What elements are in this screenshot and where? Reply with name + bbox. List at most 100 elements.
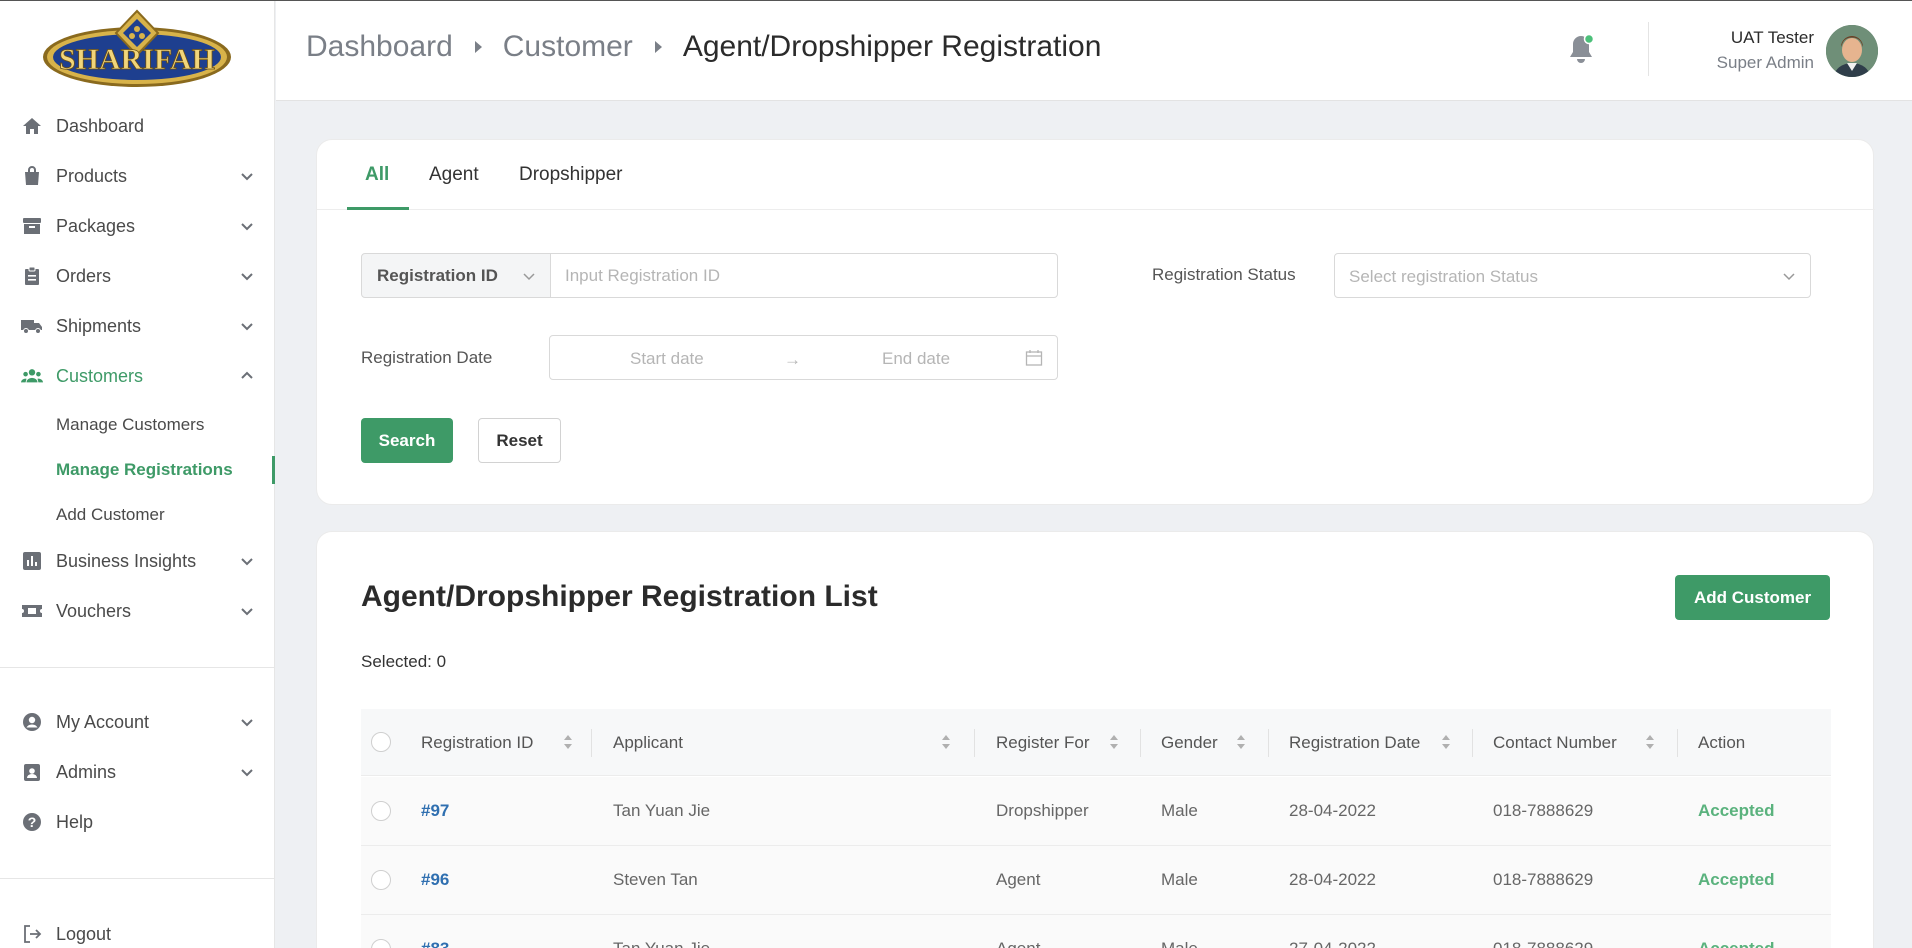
active-tab-indicator — [347, 207, 409, 210]
chevron-down-icon — [523, 273, 535, 281]
end-date-input[interactable]: End date — [882, 349, 950, 369]
sharifah-logo[interactable]: SHARIFAH — [40, 9, 234, 93]
sidebar-subitem-add-customer[interactable]: Add Customer — [0, 495, 275, 535]
start-date-input[interactable]: Start date — [630, 349, 704, 369]
table-header: Registration ID Applicant Register For G… — [361, 709, 1831, 776]
sidebar-item-customers[interactable]: Customers — [0, 354, 275, 398]
registration-date-label: Registration Date — [361, 348, 493, 367]
sidebar-subitem-manage-registrations[interactable]: Manage Registrations — [0, 450, 275, 490]
chevron-down-icon — [241, 223, 253, 231]
truck-icon — [21, 315, 43, 337]
sidebar-item-packages[interactable]: Packages — [0, 204, 275, 248]
sidebar-divider — [0, 667, 275, 668]
breadcrumb-customer[interactable]: Customer — [503, 30, 633, 64]
registration-status-select[interactable]: Select registration Status — [1334, 253, 1811, 298]
sidebar-item-shipments[interactable]: Shipments — [0, 304, 275, 348]
table-row: #97 Tan Yuan Jie Dropshipper Male 28-04-… — [361, 777, 1831, 846]
sort-icon[interactable] — [1441, 732, 1451, 752]
tab-dropshipper[interactable]: Dropshipper — [519, 164, 623, 186]
sort-icon[interactable] — [941, 732, 951, 752]
registration-type-tabs: All Agent Dropshipper — [317, 140, 1875, 210]
filter-card: All Agent Dropshipper Registration ID Re… — [316, 139, 1875, 505]
applicant-cell: Tan Yuan Jie — [613, 801, 711, 820]
register-for-cell: Dropshipper — [996, 801, 1089, 820]
calendar-icon — [1025, 350, 1043, 366]
chevron-down-icon — [241, 719, 253, 727]
chevron-down-icon — [1783, 273, 1795, 281]
row-checkbox[interactable] — [371, 801, 391, 821]
sort-icon[interactable] — [1236, 732, 1246, 752]
user-name: UAT Tester — [1730, 28, 1814, 47]
chevron-down-icon — [241, 273, 253, 281]
registration-date-cell: 28-04-2022 — [1289, 870, 1376, 889]
applicant-cell: Tan Yuan Jie — [613, 939, 710, 948]
status-badge: Accepted — [1698, 939, 1775, 948]
select-all-checkbox[interactable] — [371, 732, 391, 752]
add-customer-button[interactable]: Add Customer — [1675, 575, 1830, 620]
row-checkbox[interactable] — [371, 939, 391, 948]
sort-icon[interactable] — [1645, 732, 1655, 752]
register-for-cell: Agent — [996, 870, 1041, 889]
search-field-select[interactable]: Registration ID — [361, 253, 551, 298]
chevron-down-icon — [241, 608, 253, 616]
svg-text:?: ? — [28, 814, 37, 830]
row-checkbox[interactable] — [371, 870, 391, 890]
register-for-cell: Agent — [996, 939, 1040, 948]
sidebar-subitem-manage-customers[interactable]: Manage Customers — [0, 405, 275, 445]
breadcrumb-dashboard[interactable]: Dashboard — [306, 30, 453, 64]
registration-id-link[interactable]: #96 — [421, 870, 449, 890]
sidebar: SHARIFAH Dashboard Products Packages Ord… — [0, 0, 275, 948]
question-circle-icon: ? — [21, 811, 43, 833]
column-header-contact-number[interactable]: Contact Number — [1493, 733, 1617, 753]
bell-icon — [1570, 33, 1595, 63]
clipboard-icon — [21, 265, 43, 287]
sidebar-item-dashboard[interactable]: Dashboard — [0, 104, 275, 148]
caret-right-icon — [654, 41, 662, 53]
contact-number-cell: 018-7888629 — [1493, 870, 1594, 889]
column-divider — [974, 729, 975, 757]
column-header-gender[interactable]: Gender — [1161, 733, 1218, 753]
gender-cell: Male — [1161, 801, 1198, 820]
list-title: Agent/Dropshipper Registration List — [361, 580, 878, 613]
sidebar-item-admins[interactable]: Admins — [0, 750, 275, 794]
tab-agent[interactable]: Agent — [429, 164, 479, 186]
sort-icon[interactable] — [563, 732, 573, 752]
ticket-icon — [21, 600, 43, 622]
logout-button[interactable]: Logout — [0, 912, 275, 948]
header-divider — [1648, 22, 1649, 76]
chevron-down-icon — [241, 323, 253, 331]
avatar[interactable] — [1826, 25, 1878, 77]
contact-number-cell: 018-7888629 — [1493, 939, 1593, 948]
registration-id-link[interactable]: #83 — [421, 939, 449, 948]
search-button[interactable]: Search — [361, 418, 453, 463]
registration-id-link[interactable]: #97 — [421, 801, 449, 821]
reset-button[interactable]: Reset — [478, 418, 561, 463]
tab-all[interactable]: All — [365, 164, 389, 186]
column-divider — [1472, 729, 1473, 757]
sidebar-item-help[interactable]: ? Help — [0, 800, 275, 844]
bar-chart-icon — [21, 550, 43, 572]
users-icon — [21, 365, 43, 387]
gender-cell: Male — [1161, 870, 1198, 889]
shopping-bag-icon — [21, 165, 43, 187]
registration-id-input[interactable] — [550, 253, 1058, 298]
sidebar-item-my-account[interactable]: My Account — [0, 700, 275, 744]
sort-icon[interactable] — [1109, 732, 1119, 752]
gender-cell: Male — [1161, 939, 1198, 948]
sidebar-item-orders[interactable]: Orders — [0, 254, 275, 298]
registration-date-range-picker[interactable]: Start date → End date — [549, 335, 1058, 380]
column-header-registration-date[interactable]: Registration Date — [1289, 733, 1420, 753]
registration-status-label: Registration Status — [1152, 265, 1296, 284]
logout-icon — [21, 923, 43, 945]
sidebar-item-business-insights[interactable]: Business Insights — [0, 539, 275, 583]
sidebar-item-vouchers[interactable]: Vouchers — [0, 589, 275, 633]
column-header-applicant[interactable]: Applicant — [613, 733, 683, 753]
column-divider — [1677, 729, 1678, 757]
breadcrumb: Dashboard Customer Agent/Dropshipper Reg… — [306, 30, 1101, 64]
notification-bell[interactable] — [1566, 32, 1596, 66]
sidebar-item-products[interactable]: Products — [0, 154, 275, 198]
column-header-register-for[interactable]: Register For — [996, 733, 1090, 753]
column-header-registration-id[interactable]: Registration ID — [421, 733, 533, 753]
chevron-up-icon — [241, 371, 253, 379]
column-divider — [1140, 729, 1141, 757]
